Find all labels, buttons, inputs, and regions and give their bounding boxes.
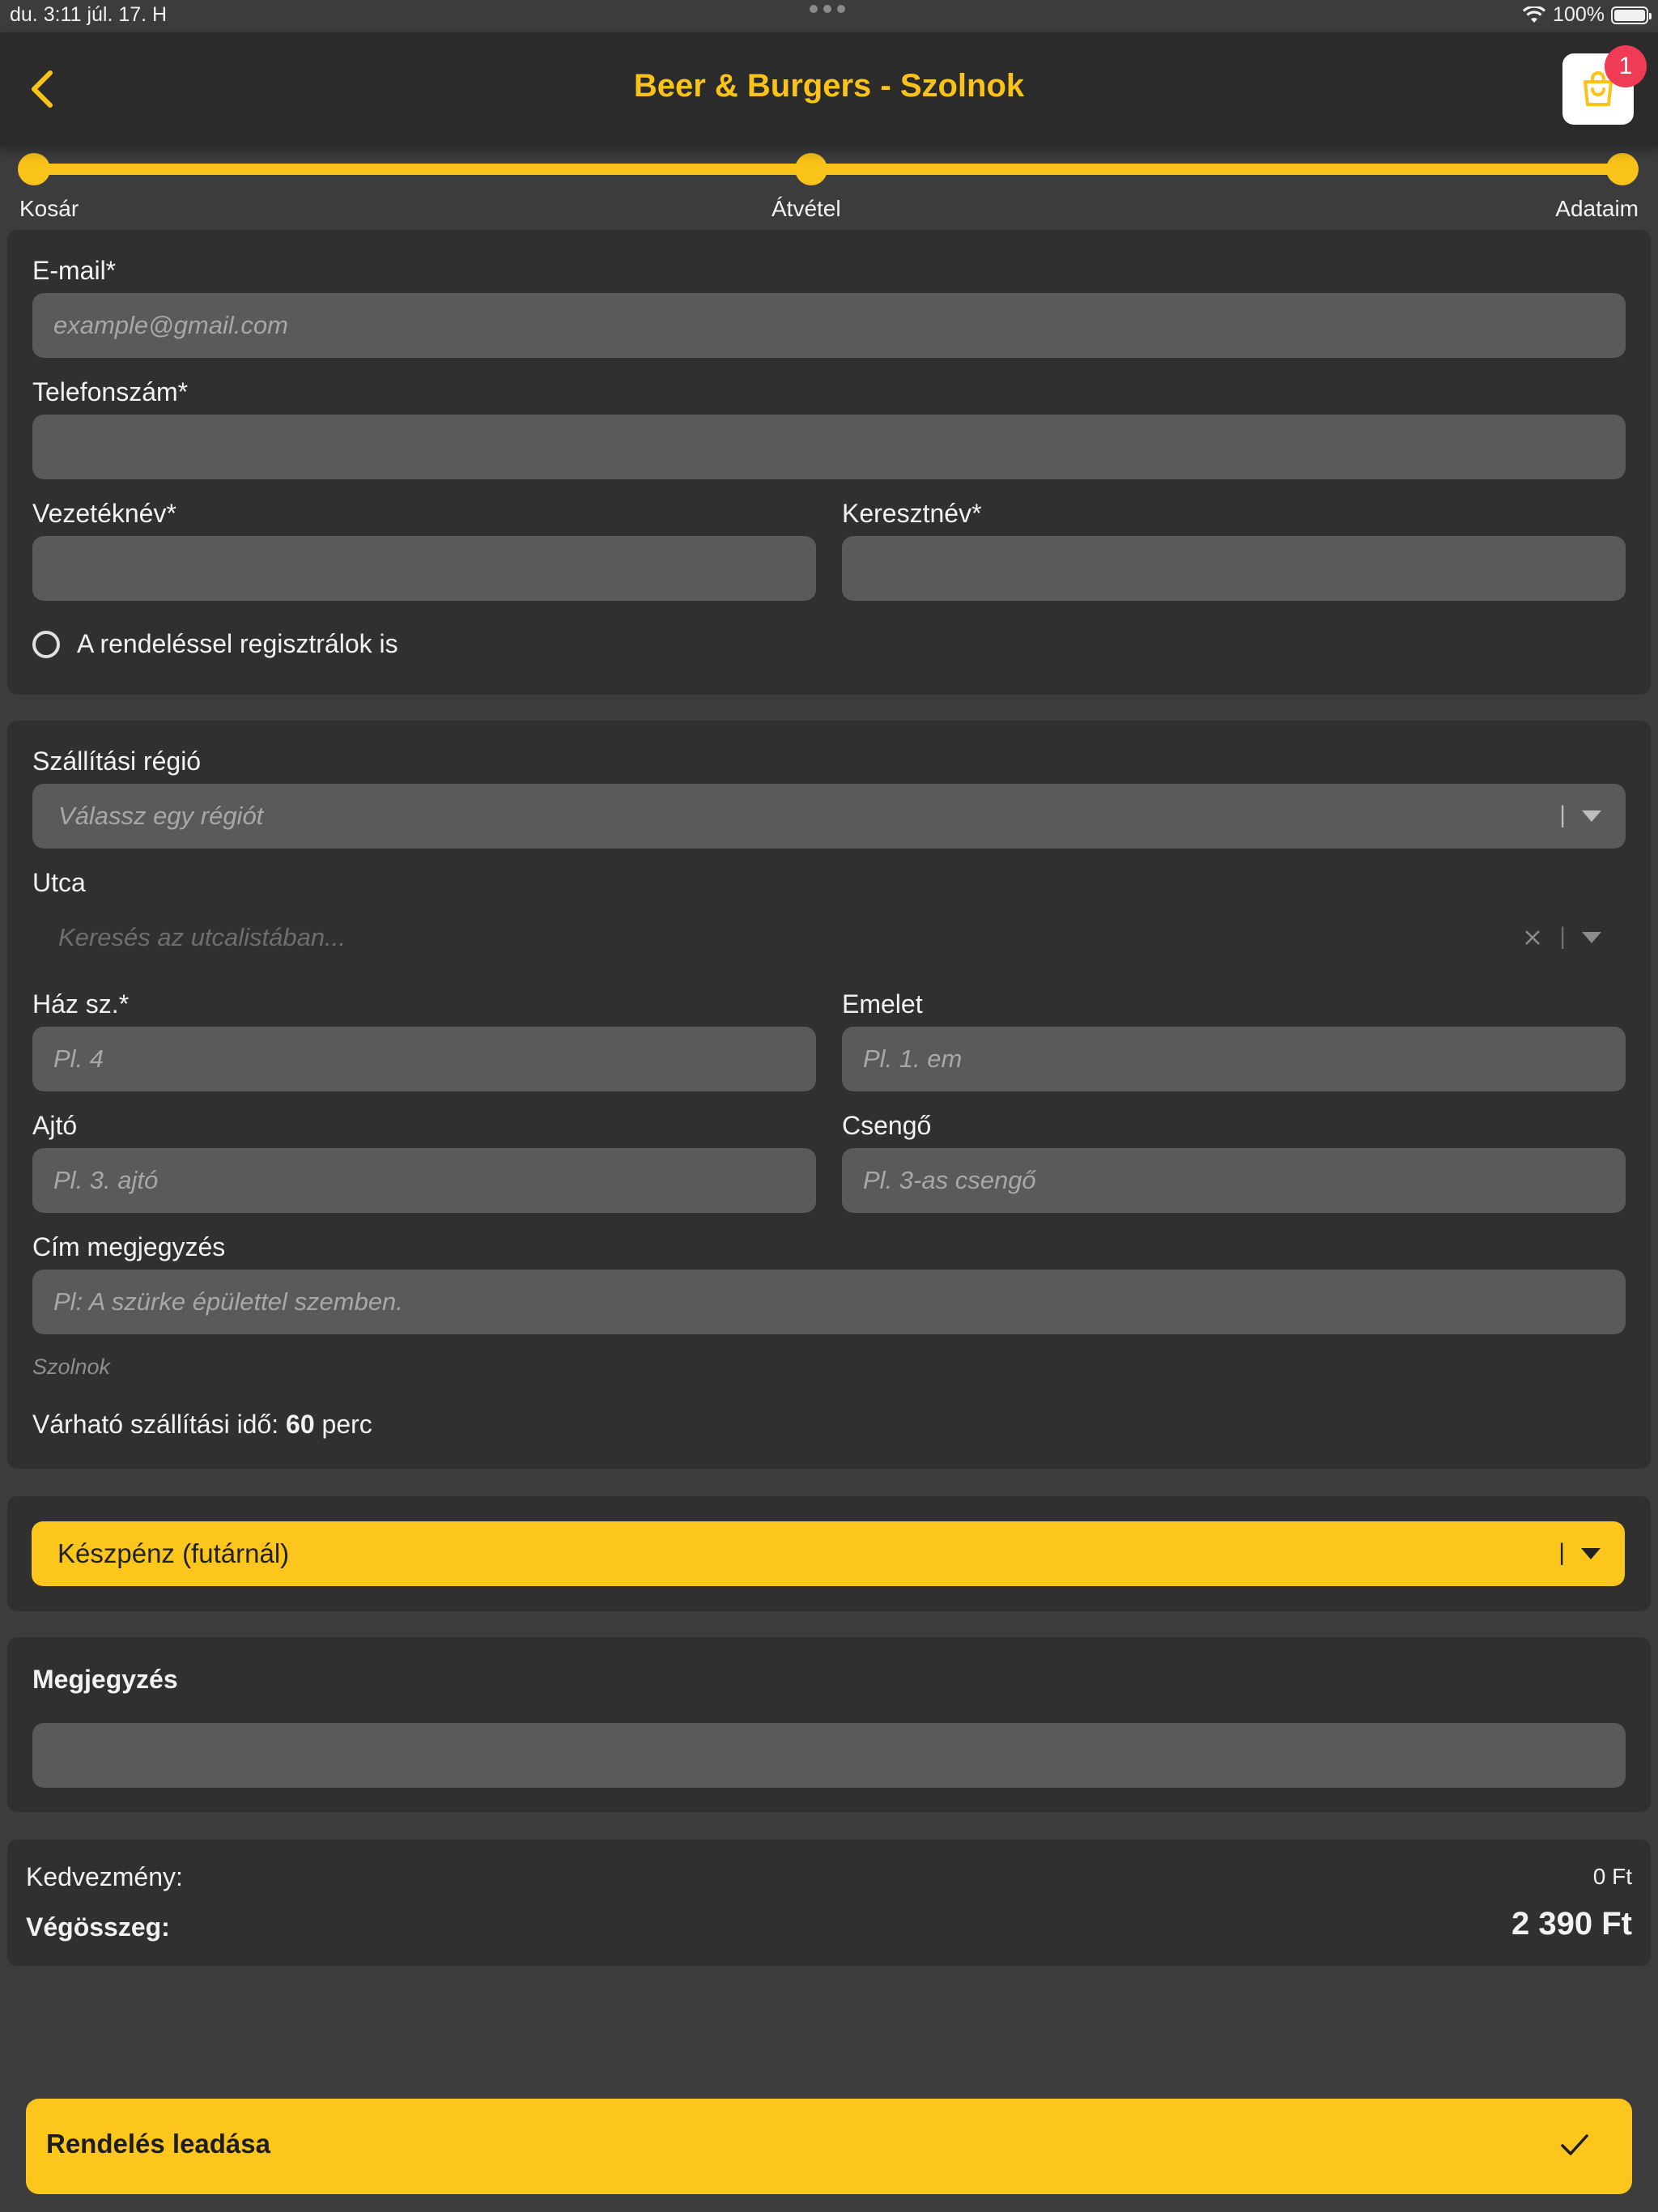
clear-icon[interactable] (1524, 929, 1541, 946)
house-number-field[interactable]: Pl. 4 (32, 1027, 816, 1091)
payment-method-select[interactable]: Készpénz (futárnál) | (32, 1521, 1625, 1586)
total-label: Végösszeg: (26, 1912, 170, 1942)
page-title: Beer & Burgers - Szolnok (633, 68, 1025, 104)
step-label-details[interactable]: Adataim (1555, 196, 1639, 222)
caret-down-icon[interactable] (1582, 810, 1601, 822)
delivery-time-minutes: 60 (286, 1410, 315, 1439)
comment-card: Megjegyzés (7, 1637, 1651, 1812)
top-app-bar: Beer & Burgers - Szolnok 1 (0, 32, 1658, 146)
register-radio[interactable] (32, 631, 60, 658)
lastname-label: Vezetéknév* (32, 499, 176, 528)
house-number-label: Ház sz.* (32, 989, 130, 1019)
caret-down-icon[interactable] (1581, 1548, 1601, 1559)
total-value: 2 390 Ft (1511, 1906, 1632, 1942)
street-placeholder: Keresés az utcalistában... (58, 923, 346, 951)
floor-field[interactable]: Pl. 1. em (842, 1027, 1626, 1091)
status-time: du. 3:11 júl. 17. H (10, 3, 168, 26)
street-search-input[interactable]: Keresés az utcalistában... | (32, 905, 1626, 970)
firstname-label: Keresztnév* (842, 499, 982, 528)
payment-card: Készpénz (futárnál) | (7, 1496, 1651, 1611)
bell-placeholder: Pl. 3-as csengő (863, 1166, 1036, 1194)
progress-line (34, 164, 1622, 175)
bell-field[interactable]: Pl. 3-as csengő (842, 1148, 1626, 1213)
step-label-pickup[interactable]: Átvétel (772, 196, 841, 222)
delivery-time: Várható szállítási idő: 60 perc (32, 1410, 372, 1440)
status-bar: du. 3:11 júl. 17. H 100% (0, 0, 1658, 32)
cart-count-badge: 1 (1605, 45, 1647, 87)
delivery-time-prefix: Várható szállítási idő: (32, 1410, 279, 1439)
lastname-field[interactable] (32, 536, 816, 601)
discount-value: 0 Ft (1592, 1864, 1632, 1889)
battery-icon (1611, 6, 1652, 24)
floor-placeholder: Pl. 1. em (863, 1044, 963, 1073)
comment-field[interactable] (32, 1723, 1626, 1788)
multitasking-dots-icon[interactable] (810, 5, 848, 16)
door-field[interactable]: Pl. 3. ajtó (32, 1148, 816, 1213)
firstname-field[interactable] (842, 536, 1626, 601)
email-label: E-mail* (32, 256, 117, 285)
bell-label: Csengő (842, 1111, 932, 1140)
region-placeholder: Válassz egy régiót (58, 802, 264, 830)
step-label-cart[interactable]: Kosár (19, 196, 79, 222)
email-field[interactable]: example@gmail.com (32, 293, 1626, 358)
step-dot-pickup[interactable] (795, 153, 827, 185)
phone-label: Telefonszám* (32, 377, 189, 406)
place-order-button[interactable]: Rendelés leadása (26, 2099, 1632, 2194)
phone-field[interactable] (32, 415, 1626, 479)
select-separator: | (1558, 1539, 1565, 1566)
region-label: Szállítási régió (32, 747, 202, 776)
house-number-placeholder: Pl. 4 (53, 1044, 104, 1073)
address-card: Szállítási régió Válassz egy régiót | Ut… (7, 721, 1651, 1469)
personal-details-card: E-mail* example@gmail.com Telefonszám* V… (7, 230, 1651, 695)
order-summary-card: Kedvezmény: 0 Ft Végösszeg: 2 390 Ft (7, 1840, 1651, 1966)
address-note-field[interactable]: Pl: A szürke épülettel szemben. (32, 1270, 1626, 1334)
battery-percent: 100% (1553, 3, 1605, 26)
register-label[interactable]: A rendeléssel regisztrálok is (77, 629, 398, 659)
select-separator: | (1559, 802, 1566, 828)
door-label: Ajtó (32, 1111, 78, 1140)
status-right: 100% (1522, 3, 1652, 27)
region-select[interactable]: Válassz egy régiót | (32, 784, 1626, 849)
checkout-progress: Kosár Átvétel Adataim (0, 146, 1658, 227)
place-order-label: Rendelés leadása (46, 2129, 270, 2159)
address-note-label: Cím megjegyzés (32, 1232, 226, 1261)
city-text: Szolnok (32, 1355, 111, 1379)
address-note-placeholder: Pl: A szürke épülettel szemben. (53, 1287, 403, 1316)
street-label: Utca (32, 868, 86, 897)
floor-label: Emelet (842, 989, 923, 1019)
wifi-icon (1522, 6, 1546, 23)
delivery-time-unit: perc (321, 1410, 372, 1439)
payment-method-value: Készpénz (futárnál) (57, 1538, 290, 1568)
checkmark-icon (1561, 2134, 1588, 2155)
comment-label: Megjegyzés (32, 1665, 178, 1694)
door-placeholder: Pl. 3. ajtó (53, 1166, 159, 1194)
step-dot-cart[interactable] (18, 153, 50, 185)
select-separator: | (1559, 923, 1566, 950)
caret-down-icon[interactable] (1582, 932, 1601, 943)
email-placeholder: example@gmail.com (53, 311, 288, 339)
step-dot-details[interactable] (1606, 153, 1639, 185)
discount-label: Kedvezmény: (26, 1862, 183, 1891)
